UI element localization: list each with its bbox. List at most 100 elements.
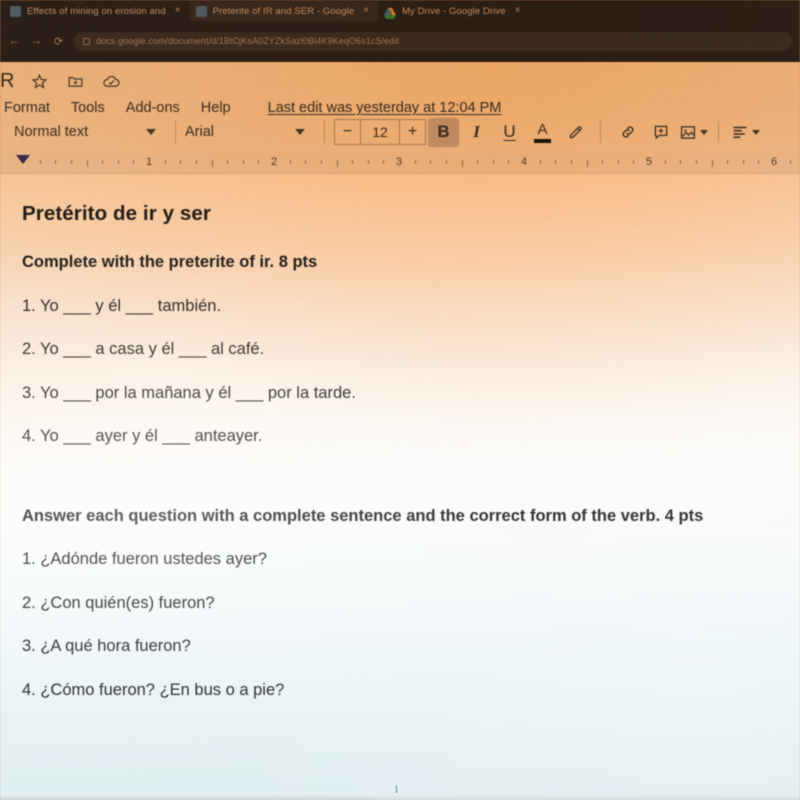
section2-instruction: Answer each question with a complete sen… xyxy=(22,506,704,525)
menu-item-help[interactable]: Help xyxy=(201,100,231,116)
menu-item-addons[interactable]: Add-ons xyxy=(126,100,180,116)
ruler-tick xyxy=(414,160,416,164)
ruler-tick xyxy=(86,160,88,167)
ruler-tick xyxy=(211,160,213,167)
docs-header: R Format Tools Add-ons Help Last edit wa… xyxy=(0,62,800,117)
ruler-tick xyxy=(789,160,791,164)
document-heading: Pretérito de ir y ser xyxy=(22,202,211,225)
font-size-decrease-button[interactable]: − xyxy=(335,120,360,144)
ruler-tick xyxy=(258,160,260,164)
forward-icon[interactable]: → xyxy=(30,35,43,47)
text-color-swatch xyxy=(534,138,551,143)
close-icon[interactable]: × xyxy=(172,6,184,16)
drive-favicon xyxy=(383,6,396,19)
reload-icon[interactable]: ⟳ xyxy=(52,35,65,48)
ruler-tick xyxy=(227,160,229,164)
ruler-tick xyxy=(164,160,166,164)
toolbar-divider xyxy=(324,121,325,143)
document-title[interactable]: R xyxy=(0,70,15,93)
menu-item-tools[interactable]: Tools xyxy=(71,100,105,116)
underline-button[interactable]: U xyxy=(494,118,525,147)
address-bar[interactable]: docs.google.com/document/d/1BtCjKsA0ZYZk… xyxy=(74,31,792,51)
ruler-tick xyxy=(352,160,354,164)
ruler-tick xyxy=(742,160,744,164)
last-edit-link[interactable]: Last edit was yesterday at 12:04 PM xyxy=(268,100,502,116)
back-icon[interactable]: ← xyxy=(8,35,21,47)
section2-item-4: 4. ¿Cómo fueron? ¿En bus o a pie? xyxy=(22,680,285,699)
text-cursor: I xyxy=(395,784,399,796)
text-color-label: A xyxy=(537,120,548,138)
ruler-tick xyxy=(461,160,463,167)
close-icon[interactable]: × xyxy=(360,6,372,16)
bold-button[interactable]: B xyxy=(428,117,459,147)
formatting-toolbar: Normal text Arial − 12 + B I U A xyxy=(0,112,800,152)
ruler-tick xyxy=(555,160,557,164)
font-size-increase-button[interactable]: + xyxy=(400,120,425,144)
document-page[interactable]: Pretérito de ir y ser Complete with the … xyxy=(0,174,800,796)
ruler-tick xyxy=(305,160,307,164)
ruler-number: 1 xyxy=(145,156,153,168)
ruler-tick xyxy=(727,160,729,164)
ruler-number: 2 xyxy=(270,156,278,168)
add-comment-icon[interactable] xyxy=(645,118,676,147)
chevron-down-icon xyxy=(752,129,760,135)
insert-image-icon[interactable] xyxy=(678,118,709,147)
document-favicon xyxy=(195,5,207,17)
omnibox-row: ← → ⟳ docs.google.com/document/d/1BtCjKs… xyxy=(0,27,800,55)
menu-item-format[interactable]: Format xyxy=(4,100,50,116)
ruler-tick xyxy=(602,160,604,164)
font-size-value[interactable]: 12 xyxy=(360,120,400,144)
left-indent-marker[interactable] xyxy=(16,155,30,164)
cloud-saved-icon[interactable] xyxy=(101,70,123,92)
toolbar-divider xyxy=(718,121,719,143)
link-icon[interactable] xyxy=(612,118,643,147)
toolbar-divider xyxy=(175,121,176,143)
ruler-tick xyxy=(39,160,41,164)
browser-tab-2[interactable]: Preterite of IR and SER - Google × xyxy=(189,1,378,21)
browser-tabstrip: Effects of mining on erosion and × Prete… xyxy=(0,0,800,22)
document-ruler[interactable]: 1 2 3 4 5 6 xyxy=(0,152,800,174)
ruler-number: 6 xyxy=(770,156,778,168)
ruler-tick xyxy=(430,160,432,164)
ruler-tick xyxy=(195,160,197,164)
close-icon[interactable]: × xyxy=(512,6,524,16)
align-icon[interactable] xyxy=(730,118,761,147)
ruler-tick xyxy=(539,160,541,164)
section2-item-3: 3. ¿A qué hora fueron? xyxy=(22,637,191,656)
italic-button[interactable]: I xyxy=(461,118,492,147)
ruler-tick xyxy=(383,160,385,164)
ruler-tick xyxy=(633,160,635,164)
ruler-tick xyxy=(680,160,682,164)
tab-title: My Drive - Google Drive xyxy=(401,5,506,17)
ruler-tick xyxy=(55,160,57,164)
lock-icon xyxy=(83,37,90,45)
ruler-tick xyxy=(477,160,479,164)
google-docs-app: R Format Tools Add-ons Help Last edit wa… xyxy=(0,62,800,800)
browser-tab-3[interactable]: My Drive - Google Drive × xyxy=(378,1,530,21)
paragraph-style-value: Normal text xyxy=(14,124,89,140)
doc-title-row: R xyxy=(0,68,790,94)
text-color-button[interactable]: A xyxy=(527,118,558,147)
browser-tab-1[interactable]: Effects of mining on erosion and × xyxy=(4,1,190,21)
ruler-tick xyxy=(758,160,760,164)
address-bar-url: docs.google.com/document/d/1BtCjKsA0ZYZk… xyxy=(96,36,400,46)
ruler-number: 3 xyxy=(395,156,403,168)
font-family-value: Arial xyxy=(185,124,215,140)
ruler-tick xyxy=(492,160,494,164)
section2-item-1: 1. ¿Adónde fueron ustedes ayer? xyxy=(22,550,267,569)
font-family-dropdown[interactable]: Arial xyxy=(185,124,315,140)
highlighter-icon[interactable] xyxy=(560,118,591,147)
star-icon[interactable] xyxy=(29,70,51,92)
ruler-tick xyxy=(508,160,510,164)
section1-item-2: 2. Yo ___ a casa y él ___ al café. xyxy=(22,340,265,359)
ruler-tick xyxy=(570,160,572,164)
ruler-tick xyxy=(586,160,588,167)
section1-instruction: Complete with the preterite of ir. 8 pts xyxy=(22,253,318,271)
paragraph-style-dropdown[interactable]: Normal text xyxy=(14,124,166,140)
ruler-tick xyxy=(320,160,322,164)
photographed-screen: Effects of mining on erosion and × Prete… xyxy=(0,0,800,800)
ruler-tick xyxy=(664,160,666,164)
move-to-folder-icon[interactable] xyxy=(65,70,87,92)
section1-item-4: 4. Yo ___ ayer y él ___ anteayer. xyxy=(22,427,263,446)
